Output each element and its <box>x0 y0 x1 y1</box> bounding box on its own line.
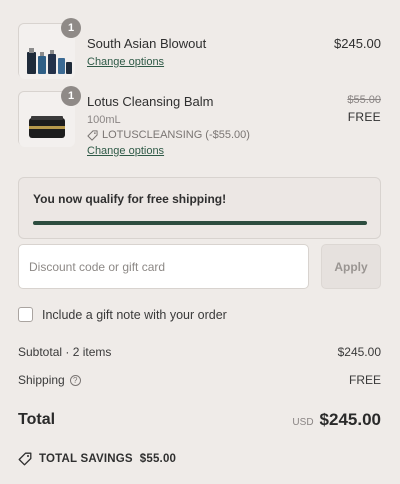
savings-value: $55.00 <box>139 453 177 465</box>
product-image-2: 1 <box>18 86 81 147</box>
free-shipping-banner: You now qualify for free shipping! <box>18 177 381 239</box>
currency-code: USD <box>292 417 314 428</box>
shipping-value: FREE <box>348 373 381 387</box>
total-savings: TOTAL SAVINGS $55.00 <box>18 452 176 466</box>
product-name: Lotus Cleansing Balm <box>87 94 214 109</box>
help-icon[interactable]: ? <box>69 374 81 386</box>
discount-code-tag: LOTUSCLEANSING (-$55.00) <box>87 129 250 141</box>
gift-note-checkbox[interactable] <box>18 307 33 322</box>
shipping-row: Shipping ? FREE <box>18 373 381 387</box>
gift-note-option[interactable]: Include a gift note with your order <box>18 307 227 322</box>
product-price: $245.00 <box>334 36 381 51</box>
discount-code-text: LOTUSCLEANSING (-$55.00) <box>102 129 250 141</box>
change-options-link[interactable]: Change options <box>87 56 164 68</box>
change-options-link[interactable]: Change options <box>87 145 164 157</box>
discount-code-input[interactable] <box>18 244 309 289</box>
total-value: $245.00 <box>319 410 381 429</box>
total-label: Total <box>18 411 56 428</box>
tag-icon <box>18 452 32 466</box>
subtotal-row: Subtotal · 2 items $245.00 <box>18 345 381 359</box>
cart-item-2: 1 Lotus Cleansing Balm 100mL LOTUSCLEANS… <box>18 86 381 161</box>
shipping-progress-fill <box>33 221 367 225</box>
total-row: Total USD $245.00 <box>18 410 381 430</box>
product-variant: 100mL <box>87 114 121 126</box>
free-shipping-text: You now qualify for free shipping! <box>33 192 227 206</box>
subtotal-label: Subtotal · 2 items <box>18 345 112 359</box>
quantity-badge: 1 <box>61 18 81 38</box>
shipping-progress-bar <box>33 221 367 225</box>
cart-item-1: 1 South Asian Blowout Change options $24… <box>18 18 381 79</box>
shipping-label: Shipping <box>18 373 65 387</box>
original-price: $55.00 <box>347 94 381 106</box>
subtotal-value: $245.00 <box>337 345 381 359</box>
gift-note-label: Include a gift note with your order <box>42 307 227 322</box>
savings-label: TOTAL SAVINGS <box>39 453 133 465</box>
apply-button[interactable]: Apply <box>321 244 381 289</box>
tag-icon <box>87 129 98 141</box>
product-image-1: 1 <box>18 18 81 79</box>
quantity-badge: 1 <box>61 86 81 106</box>
product-price: FREE <box>347 110 381 124</box>
product-name: South Asian Blowout <box>87 36 207 51</box>
